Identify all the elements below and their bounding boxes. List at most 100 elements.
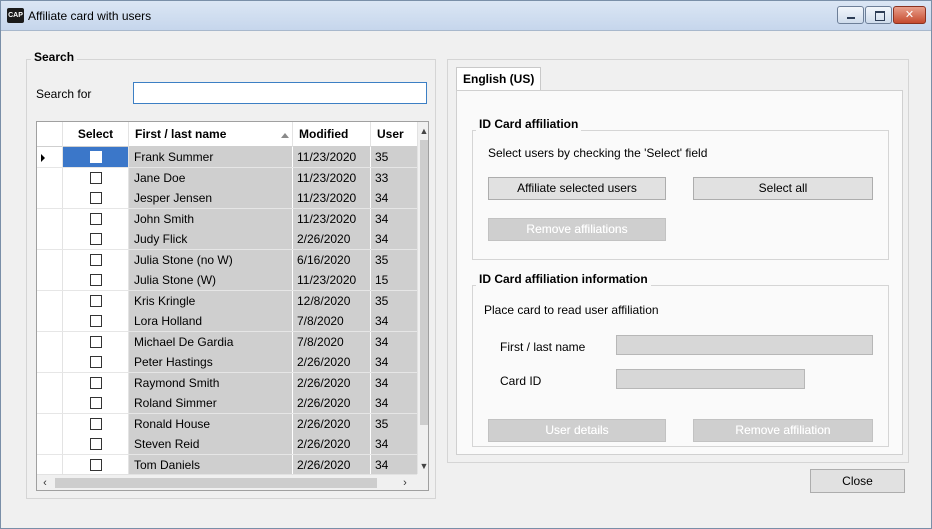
user-cell[interactable]: 35 — [371, 147, 417, 167]
scroll-left-icon[interactable]: ‹ — [37, 475, 53, 490]
select-checkbox[interactable] — [90, 335, 102, 348]
modified-cell[interactable]: 7/8/2020 — [293, 311, 371, 331]
select-checkbox[interactable] — [90, 171, 102, 184]
title-bar[interactable]: CAP Affiliate card with users — [1, 1, 931, 31]
modified-cell[interactable]: 2/26/2020 — [293, 393, 371, 413]
name-cell[interactable]: Judy Flick — [129, 229, 293, 249]
user-cell[interactable]: 34 — [371, 372, 417, 393]
scroll-right-icon[interactable]: › — [397, 475, 413, 490]
user-cell[interactable]: 15 — [371, 270, 417, 290]
select-checkbox[interactable] — [90, 315, 102, 327]
maximize-button[interactable] — [865, 6, 892, 24]
row-header[interactable] — [37, 290, 63, 311]
select-checkbox[interactable] — [90, 356, 102, 368]
select-cell[interactable] — [63, 434, 129, 454]
select-cell[interactable] — [63, 454, 129, 475]
user-cell[interactable]: 34 — [371, 352, 417, 372]
column-header-modified[interactable]: Modified — [293, 122, 371, 147]
row-header[interactable] — [37, 208, 63, 229]
select-cell[interactable] — [63, 188, 129, 208]
select-checkbox[interactable] — [90, 233, 102, 245]
row-header[interactable] — [37, 454, 63, 475]
column-header-select[interactable]: Select — [63, 122, 129, 147]
select-checkbox[interactable] — [90, 458, 102, 471]
select-checkbox[interactable] — [90, 417, 102, 430]
select-checkbox[interactable] — [90, 397, 102, 409]
table-row[interactable]: John Smith 11/23/2020 34 — [37, 208, 417, 229]
table-row[interactable]: Steven Reid 2/26/2020 34 — [37, 434, 417, 455]
name-cell[interactable]: Lora Holland — [129, 311, 293, 331]
table-row[interactable]: Frank Summer 11/23/2020 35 — [37, 147, 417, 168]
select-cell[interactable] — [63, 249, 129, 270]
table-row[interactable]: Peter Hastings 2/26/2020 34 — [37, 352, 417, 373]
modified-cell[interactable]: 2/26/2020 — [293, 454, 371, 475]
select-checkbox[interactable] — [90, 274, 102, 286]
scroll-down-icon[interactable]: ▼ — [418, 459, 428, 473]
user-cell[interactable]: 35 — [371, 413, 417, 434]
table-row[interactable]: Jesper Jensen 11/23/2020 34 — [37, 188, 417, 209]
table-row[interactable]: Tom Daniels 2/26/2020 34 — [37, 454, 417, 475]
row-header[interactable] — [37, 413, 63, 434]
select-cell[interactable] — [63, 413, 129, 434]
vertical-scroll-thumb[interactable] — [420, 140, 428, 425]
vertical-scrollbar[interactable]: ▲ ▼ — [417, 122, 428, 474]
select-cell[interactable] — [63, 270, 129, 290]
select-checkbox[interactable] — [90, 212, 102, 225]
column-header-user[interactable]: User — [371, 122, 417, 147]
user-cell[interactable]: 34 — [371, 393, 417, 413]
select-checkbox[interactable] — [90, 438, 102, 450]
modified-cell[interactable]: 11/23/2020 — [293, 167, 371, 188]
row-header[interactable] — [37, 372, 63, 393]
name-cell[interactable]: Roland Simmer — [129, 393, 293, 413]
user-details-button[interactable]: User details — [488, 419, 666, 442]
modified-cell[interactable]: 6/16/2020 — [293, 249, 371, 270]
row-header[interactable] — [37, 167, 63, 188]
user-cell[interactable]: 34 — [371, 454, 417, 475]
table-row[interactable]: Raymond Smith 2/26/2020 34 — [37, 372, 417, 393]
select-cell[interactable] — [63, 372, 129, 393]
table-row[interactable]: Roland Simmer 2/26/2020 34 — [37, 393, 417, 414]
row-header[interactable] — [37, 188, 63, 208]
modified-cell[interactable]: 11/23/2020 — [293, 188, 371, 208]
table-row[interactable]: Michael De Gardia 7/8/2020 34 — [37, 331, 417, 352]
user-cell[interactable]: 35 — [371, 249, 417, 270]
modified-cell[interactable]: 11/23/2020 — [293, 208, 371, 229]
select-checkbox[interactable] — [90, 253, 102, 266]
modified-cell[interactable]: 2/26/2020 — [293, 413, 371, 434]
select-cell[interactable] — [63, 229, 129, 249]
close-window-button[interactable] — [893, 6, 926, 24]
modified-cell[interactable]: 2/26/2020 — [293, 434, 371, 454]
row-header[interactable] — [37, 331, 63, 352]
name-cell[interactable]: Tom Daniels — [129, 454, 293, 475]
name-cell[interactable]: Julia Stone (W) — [129, 270, 293, 290]
name-cell[interactable]: Steven Reid — [129, 434, 293, 454]
close-button[interactable]: Close — [810, 469, 905, 493]
horizontal-scrollbar[interactable]: ‹ › — [37, 474, 417, 490]
select-checkbox[interactable] — [90, 376, 102, 389]
select-cell[interactable] — [63, 311, 129, 331]
remove-affiliation-button[interactable]: Remove affiliation — [693, 419, 873, 442]
name-cell[interactable]: Jesper Jensen — [129, 188, 293, 208]
row-header[interactable] — [37, 311, 63, 331]
row-header[interactable] — [37, 393, 63, 413]
table-row[interactable]: Jane Doe 11/23/2020 33 — [37, 167, 417, 188]
name-cell[interactable]: John Smith — [129, 208, 293, 229]
row-header[interactable] — [37, 270, 63, 290]
user-cell[interactable]: 35 — [371, 290, 417, 311]
user-cell[interactable]: 34 — [371, 208, 417, 229]
column-header-name[interactable]: First / last name — [129, 122, 293, 147]
row-header[interactable] — [37, 434, 63, 454]
user-cell[interactable]: 34 — [371, 229, 417, 249]
user-cell[interactable]: 34 — [371, 188, 417, 208]
select-cell[interactable] — [63, 290, 129, 311]
table-row[interactable]: Kris Kringle 12/8/2020 35 — [37, 290, 417, 311]
user-cell[interactable]: 34 — [371, 311, 417, 331]
name-cell[interactable]: Peter Hastings — [129, 352, 293, 372]
row-header[interactable] — [37, 147, 63, 167]
modified-cell[interactable]: 7/8/2020 — [293, 331, 371, 352]
user-cell[interactable]: 34 — [371, 434, 417, 454]
name-cell[interactable]: Michael De Gardia — [129, 331, 293, 352]
select-cell[interactable] — [63, 352, 129, 372]
select-cell[interactable] — [63, 147, 129, 167]
name-cell[interactable]: Julia Stone (no W) — [129, 249, 293, 270]
